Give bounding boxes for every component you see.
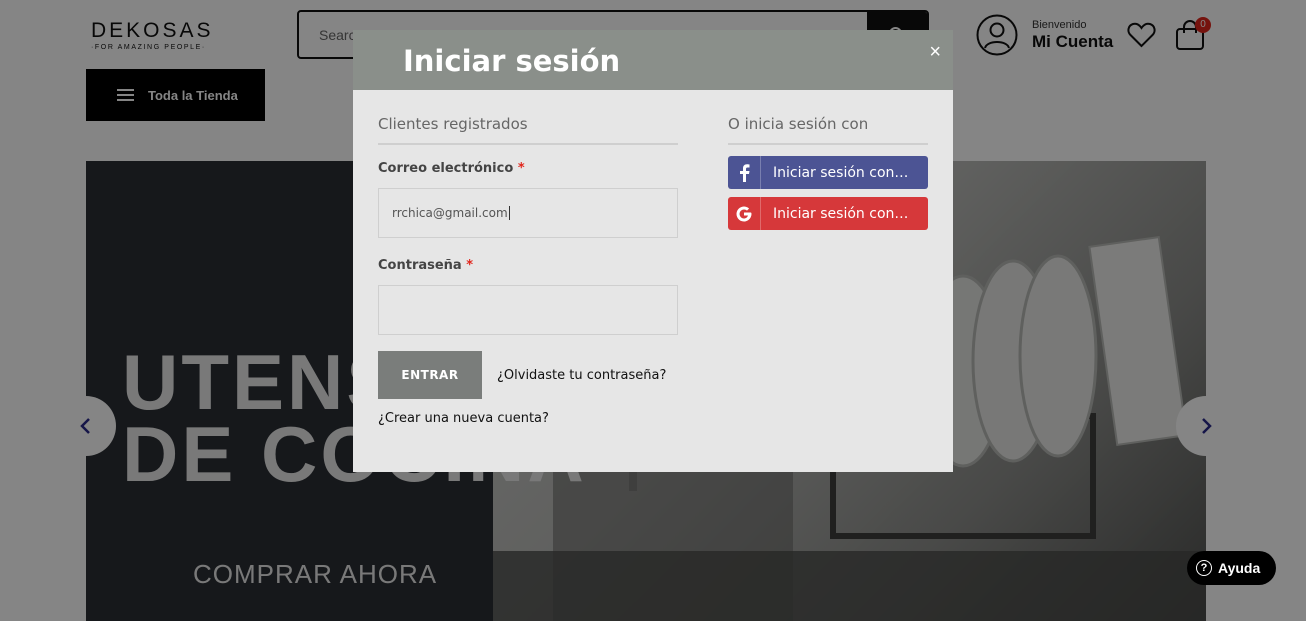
modal-header: Iniciar sesión ×: [353, 30, 953, 90]
google-icon: [728, 197, 761, 230]
required-mark: *: [466, 258, 474, 273]
close-icon[interactable]: ×: [929, 42, 941, 62]
registered-customers-title: Clientes registrados: [378, 115, 678, 145]
help-label: Ayuda: [1218, 560, 1261, 576]
google-login-button[interactable]: Iniciar sesión con Google: [728, 197, 928, 230]
social-login-title: O inicia sesión con: [728, 115, 928, 145]
modal-title: Iniciar sesión: [403, 44, 621, 78]
email-label: Correo electrónico *: [378, 161, 525, 176]
login-submit-button[interactable]: ENTRAR: [378, 351, 482, 399]
google-login-label: Iniciar sesión con Google: [773, 205, 911, 222]
registered-customers-section: Clientes registrados Correo electrónico …: [378, 115, 678, 335]
social-login-section: O inicia sesión con Iniciar sesión con F…: [728, 115, 928, 230]
facebook-login-label: Iniciar sesión con Facebook: [773, 164, 911, 181]
question-circle-icon: ?: [1196, 560, 1212, 576]
text-caret: [508, 206, 510, 220]
forgot-password-link[interactable]: ¿Olvidaste tu contraseña?: [497, 368, 666, 383]
facebook-icon: [728, 156, 761, 189]
email-field[interactable]: rrchica@gmail.com: [378, 188, 678, 238]
create-account-link[interactable]: ¿Crear una nueva cuenta?: [378, 411, 549, 426]
facebook-login-button[interactable]: Iniciar sesión con Facebook: [728, 156, 928, 189]
required-mark: *: [517, 161, 525, 176]
help-button[interactable]: ? Ayuda: [1187, 551, 1276, 585]
password-label: Contraseña *: [378, 258, 474, 273]
password-field[interactable]: [378, 285, 678, 335]
login-modal: Iniciar sesión × Clientes registrados Co…: [353, 30, 953, 472]
email-value: rrchica@gmail.com: [392, 206, 508, 220]
login-actions: ENTRAR ¿Olvidaste tu contraseña?: [378, 351, 666, 399]
